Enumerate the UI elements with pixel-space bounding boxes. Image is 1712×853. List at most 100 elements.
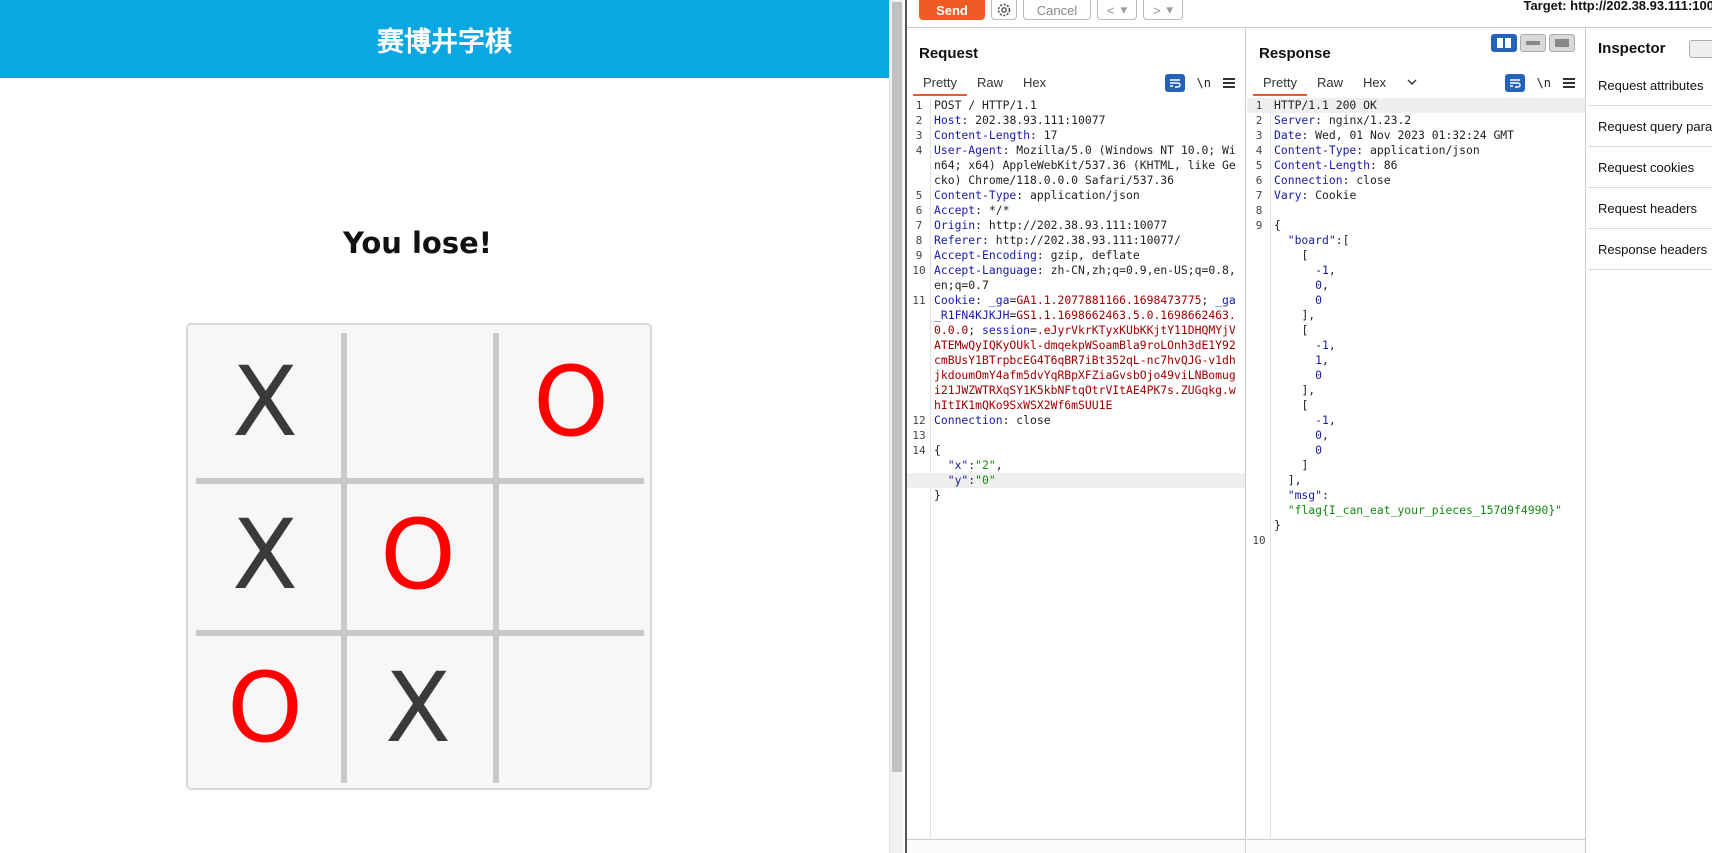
inspector-request-attributes[interactable]: Request attributes [1588,66,1712,106]
page-scrollbar[interactable] [889,0,903,853]
response-code-line[interactable]: 5 Content-Length: 86 [1247,158,1585,173]
request-code-line[interactable]: 14 { [907,443,1245,458]
menu-icon[interactable] [1223,78,1235,88]
layout-side-by-side-icon[interactable] [1491,34,1517,52]
request-code-line[interactable]: "x":"2", [907,458,1245,473]
response-code-line[interactable]: 0 [1247,368,1585,383]
more-tabs-button[interactable] [1396,72,1428,96]
inspector-layout-icon[interactable] [1689,40,1712,58]
board-cell-2-2[interactable] [498,635,644,781]
response-code-line[interactable]: 8 [1247,203,1585,218]
code-token: 0 [1315,368,1323,382]
board-cell-0-1[interactable] [345,329,491,475]
response-code-line[interactable]: ] [1247,458,1585,473]
inspector-request-headers[interactable]: Request headers [1588,189,1712,229]
response-code-line[interactable]: [ [1247,248,1585,263]
line-number [1247,248,1271,263]
request-code-line[interactable]: 5 Content-Type: application/json [907,188,1245,203]
board-cell-1-0[interactable]: X [192,482,338,628]
word-wrap-icon[interactable] [1164,74,1185,92]
response-code-line[interactable]: 0, [1247,278,1585,293]
response-code-line[interactable]: 0, [1247,428,1585,443]
layout-stacked-icon[interactable] [1520,34,1546,52]
request-code-line[interactable]: 13 [907,428,1245,443]
tab-pretty[interactable]: Pretty [913,72,967,96]
response-code-line[interactable]: "board":[ [1247,233,1585,248]
response-code-line[interactable]: ], [1247,308,1585,323]
request-code-line[interactable]: 12 Connection: close [907,413,1245,428]
board-cell-1-2[interactable] [498,482,644,628]
cell-mark: X [232,499,298,611]
target-label[interactable]: Target: http://202.38.93.111:100 [1523,0,1712,13]
response-code-line[interactable]: 3 Date: Wed, 01 Nov 2023 01:32:24 GMT [1247,128,1585,143]
tab-pretty[interactable]: Pretty [1253,72,1307,96]
settings-button[interactable] [991,0,1017,20]
request-code-line[interactable]: 7 Origin: http://202.38.93.111:10077 [907,218,1245,233]
request-code-line[interactable]: 9 Accept-Encoding: gzip, deflate [907,248,1245,263]
response-code-line[interactable]: -1, [1247,413,1585,428]
send-button[interactable]: Send [919,0,985,20]
request-code-line[interactable]: 1 POST / HTTP/1.1 [907,98,1245,113]
response-code-line[interactable]: 6 Connection: close [1247,173,1585,188]
request-code-line[interactable]: 6 Accept: */* [907,203,1245,218]
board-cell-0-2[interactable]: O [498,329,644,475]
response-code-line[interactable]: ], [1247,473,1585,488]
response-code[interactable]: 1 HTTP/1.1 200 OK 2 Server: nginx/1.23.2 3 Da… [1247,98,1585,548]
board-cell-2-0[interactable]: O [192,635,338,781]
response-code-line[interactable]: 1, [1247,353,1585,368]
cancel-button[interactable]: Cancel [1023,0,1091,20]
inspector-request-query-params[interactable]: Request query parameters [1588,107,1712,147]
response-code-line[interactable]: 1 HTTP/1.1 200 OK [1247,98,1585,113]
response-code-line[interactable]: 0 [1247,293,1585,308]
board-cell-1-1[interactable]: O [345,482,491,628]
request-code-line[interactable]: "y":"0" [907,473,1245,488]
line-content: } [1271,518,1585,533]
newline-toggle[interactable]: \n [1197,76,1211,90]
response-code-line[interactable]: 4 Content-Type: application/json [1247,143,1585,158]
layout-tabs-icon[interactable] [1549,34,1575,52]
request-code-line[interactable]: 2 Host: 202.38.93.111:10077 [907,113,1245,128]
response-code-line[interactable]: -1, [1247,338,1585,353]
response-search-bar[interactable] [1247,839,1585,853]
line-number [1247,473,1271,488]
response-code-line[interactable]: 0 [1247,443,1585,458]
response-code-line[interactable]: ], [1247,383,1585,398]
request-code-line[interactable]: 3 Content-Length: 17 [907,128,1245,143]
response-code-line[interactable]: [ [1247,323,1585,338]
tab-raw[interactable]: Raw [967,72,1013,96]
request-code-line[interactable]: 10 Accept-Language: zh-CN,zh;q=0.9,en-US;… [907,263,1245,293]
response-code-line[interactable]: 9{ [1247,218,1585,233]
inspector-request-cookies[interactable]: Request cookies [1588,148,1712,188]
code-token: , [1322,428,1329,442]
request-code-line[interactable]: 11 Cookie: _ga = GA1.1.2077881166.169847377… [907,293,1245,413]
tab-hex[interactable]: Hex [1353,72,1396,96]
request-code-line[interactable]: 4 User-Agent: Mozilla/5.0 (Windows NT 10.… [907,143,1245,188]
tab-raw[interactable]: Raw [1307,72,1353,96]
tab-hex[interactable]: Hex [1013,72,1056,96]
history-back-button[interactable]: < ▾ [1097,0,1137,20]
newline-toggle[interactable]: \n [1537,76,1551,90]
board-cell-0-0[interactable]: X [192,329,338,475]
request-code[interactable]: 1 POST / HTTP/1.1 2 Host: 202.38.93.111:100… [907,98,1245,503]
line-number [1247,338,1271,353]
response-code-line[interactable]: "flag{I_can_eat_your_pieces_157d9f4990}" [1247,503,1585,518]
response-editor[interactable]: 1 HTTP/1.1 200 OK 2 Server: nginx/1.23.2 3 Da… [1247,98,1585,838]
response-code-line[interactable]: 10 [1247,533,1585,548]
scrollbar-thumb[interactable] [892,2,902,772]
response-code-line[interactable]: 2 Server: nginx/1.23.2 [1247,113,1585,128]
history-forward-button[interactable]: > ▾ [1143,0,1183,20]
menu-icon[interactable] [1563,78,1575,88]
response-code-line[interactable]: 7 Vary: Cookie [1247,188,1585,203]
response-code-line[interactable]: } [1247,518,1585,533]
inspector-response-headers[interactable]: Response headers [1588,230,1712,270]
request-code-line[interactable]: 8 Referer: http://202.38.93.111:10077/ [907,233,1245,248]
response-code-line[interactable]: -1, [1247,263,1585,278]
request-editor[interactable]: 1 POST / HTTP/1.1 2 Host: 202.38.93.111:100… [907,98,1245,838]
response-code-line[interactable]: [ [1247,398,1585,413]
board-cell-2-1[interactable]: X [345,635,491,781]
response-code-line[interactable]: "msg": [1247,488,1585,503]
word-wrap-icon[interactable] [1504,74,1525,92]
request-code-line[interactable]: } [907,488,1245,503]
request-search-bar[interactable] [907,839,1245,853]
